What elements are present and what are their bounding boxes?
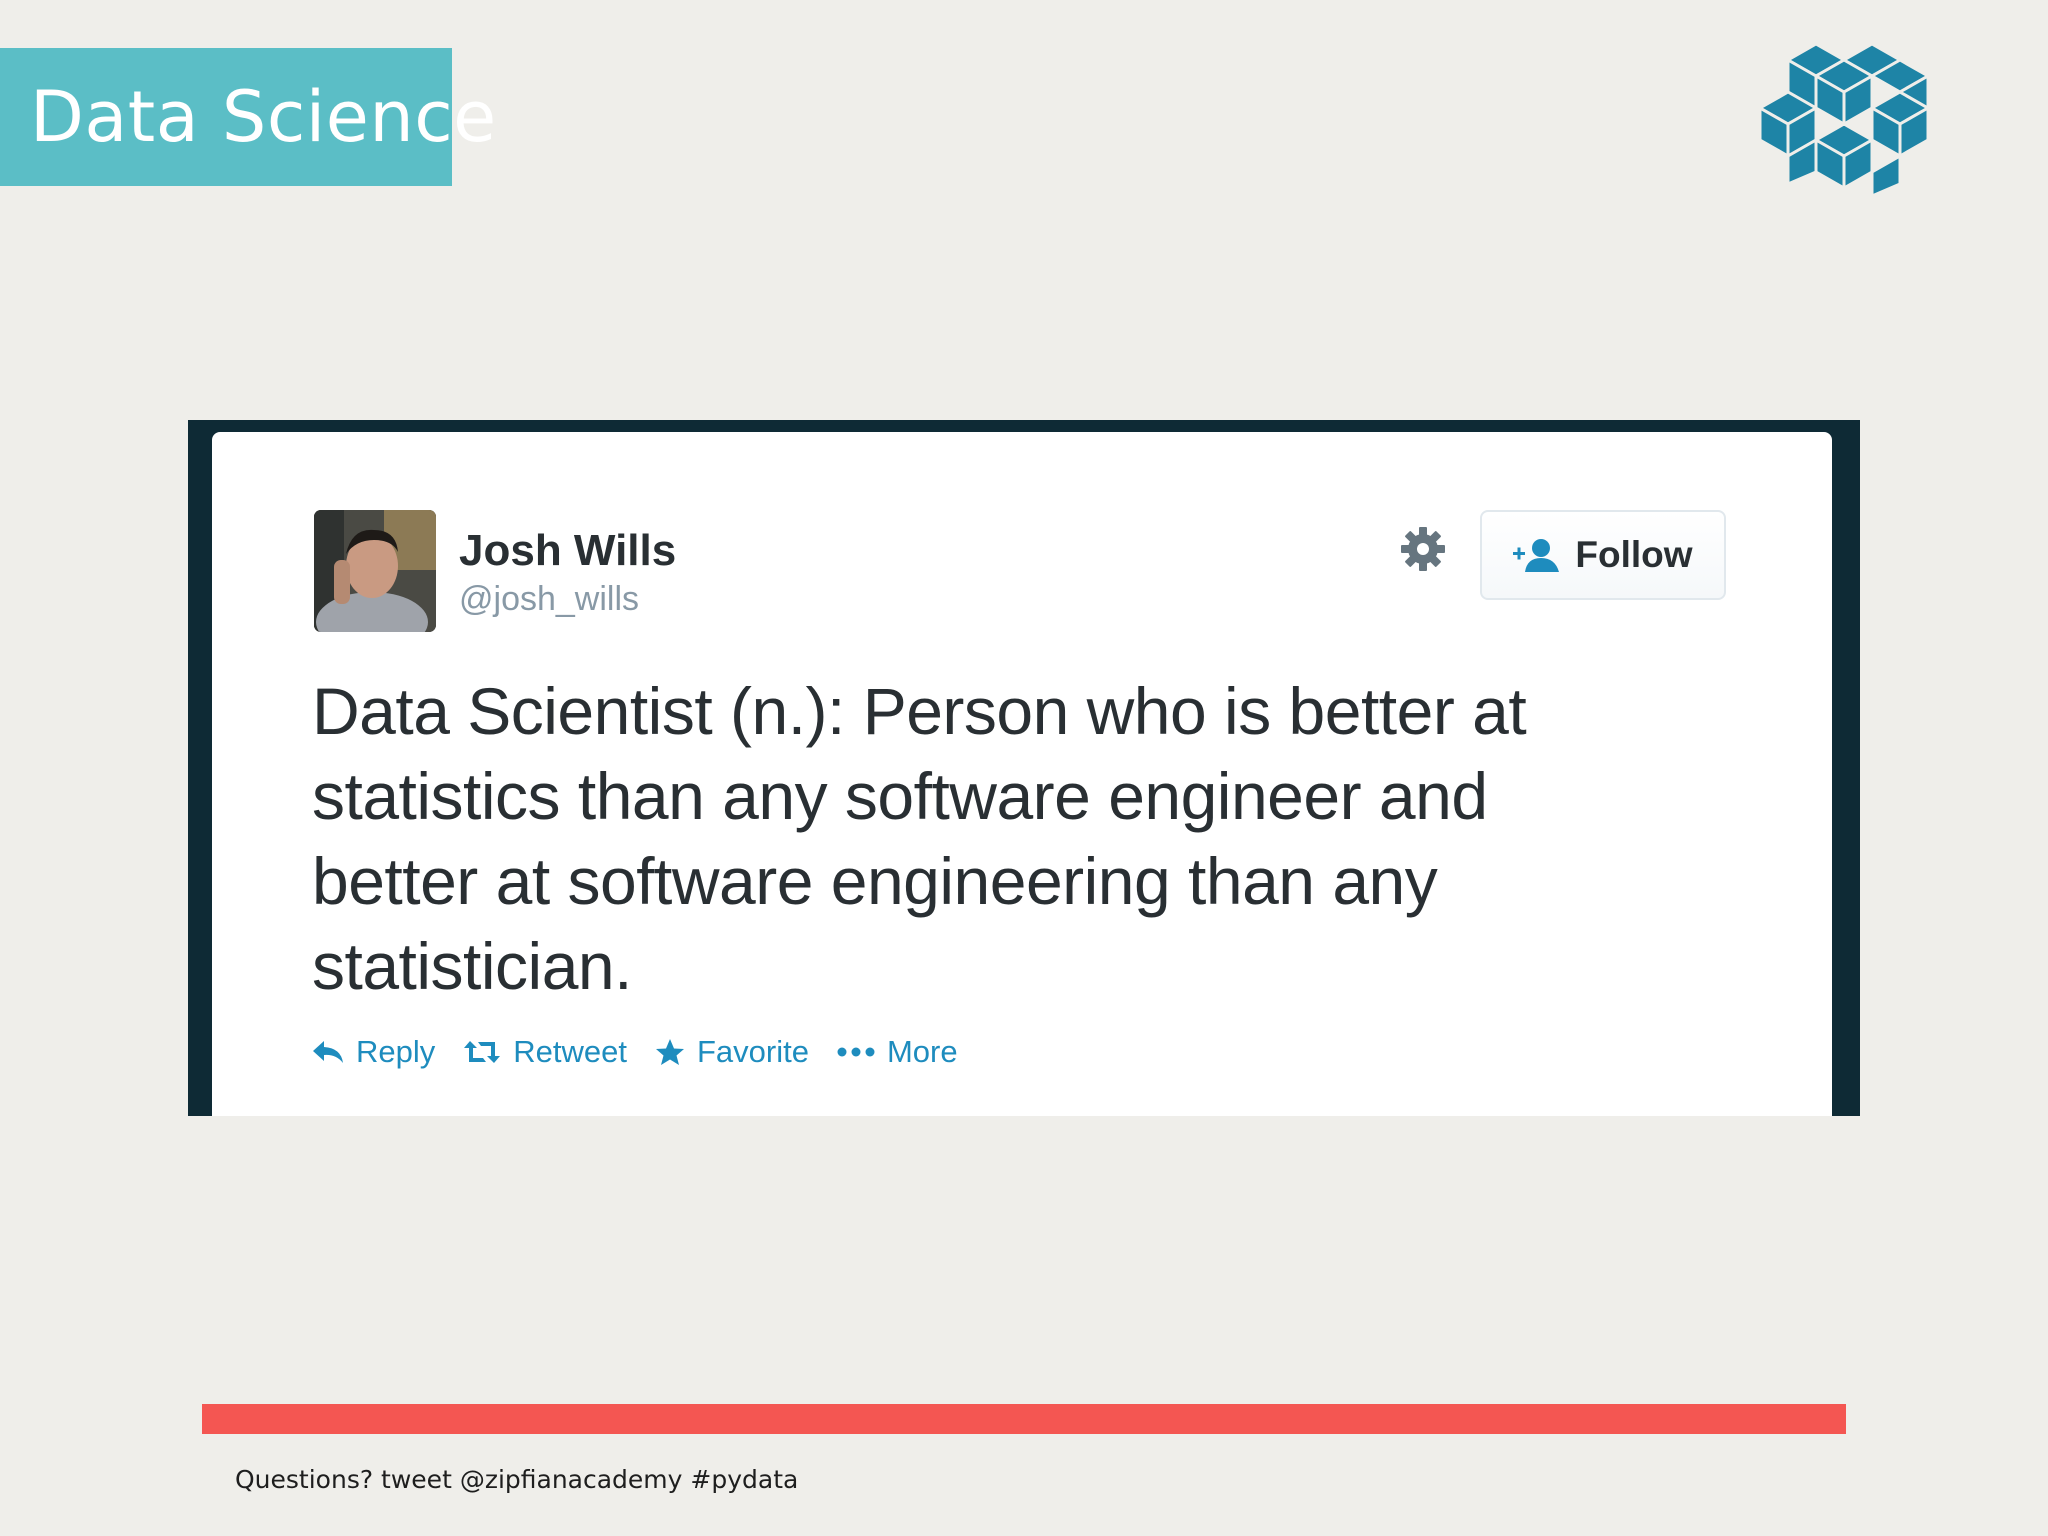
user-avatar-photo-icon [314,510,436,632]
star-icon [656,1039,684,1065]
reply-button[interactable]: Reply [312,1034,435,1070]
retweet-label: Retweet [513,1034,627,1069]
author-name[interactable]: Josh Wills [459,526,676,576]
slide-title: Data Science [30,76,497,158]
reply-label: Reply [356,1034,436,1069]
slide-footer: Questions? tweet @zipfianacademy #pydata [235,1465,799,1494]
tweet-actions: Reply Retweet Favorite More [312,1034,986,1070]
tweet-text: Data Scientist (n.): Person who is bette… [312,674,1527,1003]
retweet-icon [464,1041,501,1063]
favorite-label: Favorite [697,1034,809,1069]
more-label: More [886,1034,958,1069]
follow-button[interactable]: Follow [1480,510,1726,600]
reply-icon [313,1041,343,1063]
gear-icon[interactable] [1398,524,1448,574]
retweet-button[interactable]: Retweet [463,1034,627,1070]
accent-divider-bar [202,1404,1846,1434]
follow-label: Follow [1575,534,1693,575]
more-dots-icon [837,1047,875,1057]
favorite-button[interactable]: Favorite [655,1034,809,1070]
slide-title-banner: Data Science [0,48,496,186]
author-handle[interactable]: @josh_wills [459,580,639,619]
more-button[interactable]: More [837,1034,958,1070]
user-avatar[interactable] [314,510,436,632]
isometric-cube-knot-logo-icon [1760,42,1930,198]
tweet-screenshot-frame: Josh Wills @josh_wills Follow Data Scien… [188,420,1860,1116]
add-user-icon [1513,539,1560,572]
tweet-card: Josh Wills @josh_wills Follow Data Scien… [212,432,1832,1116]
